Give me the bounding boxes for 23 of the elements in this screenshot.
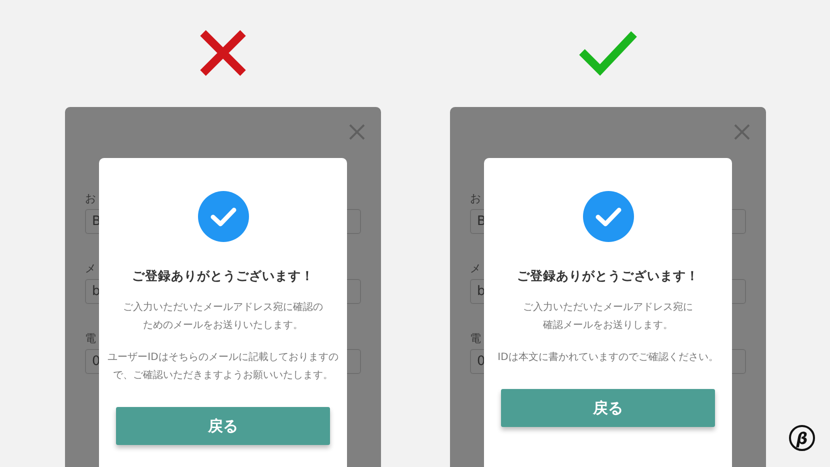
field-label: お xyxy=(85,191,96,206)
close-icon xyxy=(349,124,365,140)
check-circle-icon xyxy=(582,191,634,242)
dialog-title: ご登録ありがとうございます！ xyxy=(517,268,699,285)
message-line: 確認メールをお送りします。 xyxy=(543,318,673,333)
dialog-title: ご登録ありがとうございます！ xyxy=(132,268,314,285)
field-label: 電 xyxy=(85,331,96,346)
message-line: IDは本文に書かれていますのでご確認ください。 xyxy=(498,350,718,365)
message-line: ユーザーIDはそちらのメールに記載しておりますの xyxy=(108,350,338,365)
message-line: ためのメールをお送りいたします。 xyxy=(143,319,303,333)
check-circle-icon xyxy=(198,191,248,242)
close-icon xyxy=(734,124,750,140)
message-line: で、ご確認いただきますようお願いいたします。 xyxy=(113,368,333,383)
field-label: メ xyxy=(470,261,481,276)
cross-icon xyxy=(198,28,248,78)
message-line: ご入力いただいたメールアドレス宛に確認の xyxy=(123,300,323,315)
message-line: ご入力いただいたメールアドレス宛に xyxy=(523,300,693,315)
field-label: メ xyxy=(85,261,96,276)
field-label: 電 xyxy=(470,331,481,346)
logo: β xyxy=(789,425,815,451)
back-button[interactable]: 戻る xyxy=(116,407,330,445)
field-label: お xyxy=(470,191,481,206)
back-button[interactable]: 戻る xyxy=(501,389,715,427)
